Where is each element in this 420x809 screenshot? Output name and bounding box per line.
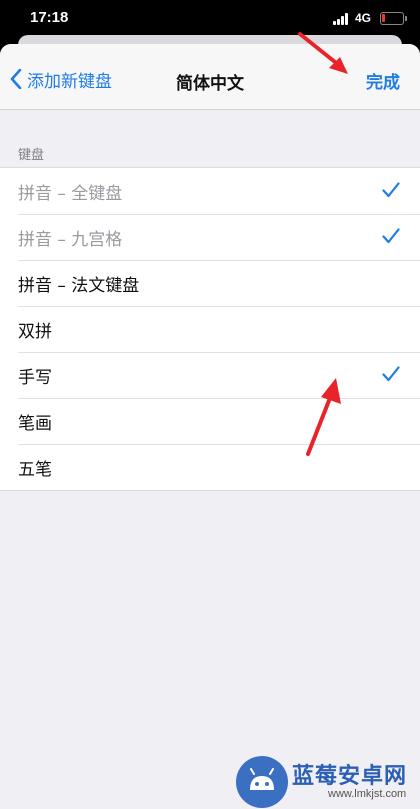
android-logo-icon: [236, 756, 288, 808]
watermark: 蓝莓安卓网 www.lmkjst.com: [236, 752, 420, 809]
keyboard-label: 手写: [18, 367, 52, 388]
keyboard-row-3[interactable]: 拼音 – 法文键盘: [0, 260, 420, 306]
keyboard-label: 五笔: [18, 459, 52, 480]
keyboard-sheet: 添加新键盘 简体中文 完成 键盘 拼音 – 全键盘 拼音 – 九宫格 拼音 – …: [0, 44, 420, 809]
watermark-name: 蓝莓安卓网: [292, 764, 408, 789]
keyboard-row-4[interactable]: 双拼: [0, 306, 420, 352]
keyboard-row-1[interactable]: 拼音 – 全键盘: [0, 168, 420, 214]
page-title: 简体中文: [176, 74, 244, 94]
checkmark-icon: [382, 366, 400, 382]
keyboard-row-5[interactable]: 手写: [0, 352, 420, 398]
checkmark-icon: [382, 182, 400, 198]
checkmark-icon: [382, 228, 400, 244]
navigation-bar: 添加新键盘 简体中文 完成: [0, 44, 420, 110]
keyboard-row-6[interactable]: 笔画: [0, 398, 420, 444]
keyboard-label: 双拼: [18, 321, 52, 342]
keyboard-label: 拼音 – 法文键盘: [18, 275, 140, 296]
watermark-url: www.lmkjst.com: [328, 788, 407, 800]
network-type: 4G: [355, 11, 372, 25]
battery-level: [382, 14, 385, 22]
keyboard-label: 笔画: [18, 413, 52, 434]
keyboard-row-7[interactable]: 五笔: [0, 444, 420, 490]
battery-icon: [380, 12, 407, 25]
annotation-arrow-done: [298, 32, 348, 74]
annotation-arrow-handwriting: [306, 378, 341, 456]
section-header: 键盘: [18, 148, 45, 163]
keyboard-label: 拼音 – 九宫格: [18, 229, 123, 250]
status-bar: 17:18 4G: [0, 0, 420, 40]
signal-icon: [333, 13, 351, 25]
done-button[interactable]: 完成: [366, 68, 400, 93]
keyboard-label: 拼音 – 全键盘: [18, 183, 123, 204]
keyboard-row-2[interactable]: 拼音 – 九宫格: [0, 214, 420, 260]
keyboard-list: 拼音 – 全键盘 拼音 – 九宫格 拼音 – 法文键盘 双拼 手写 笔画 五笔: [0, 167, 420, 491]
status-time: 17:18: [30, 9, 69, 26]
